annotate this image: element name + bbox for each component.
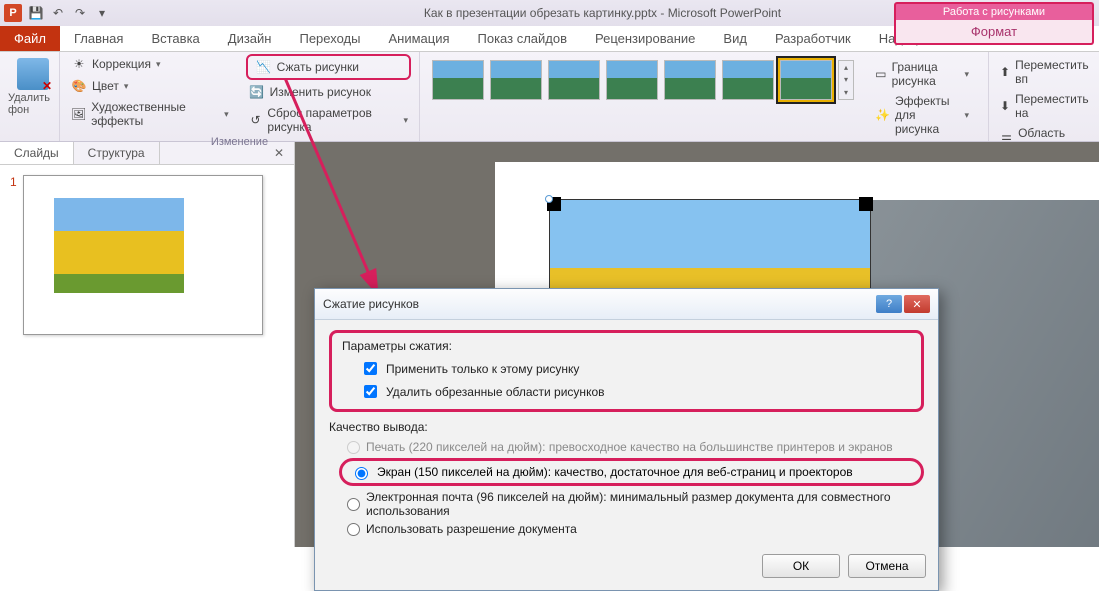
picture-effects-button[interactable]: ✨Эффекты для рисунка <box>872 92 972 138</box>
developer-tab[interactable]: Разработчик <box>761 26 865 51</box>
artistic-icon: 🖼 <box>71 106 86 122</box>
animations-tab[interactable]: Анимация <box>374 26 463 51</box>
quality-email-radio[interactable]: Электронная почта (96 пикселей на дюйм):… <box>329 488 924 520</box>
slide-thumb-image <box>54 198 184 293</box>
quality-print-radio: Печать (220 пикселей на дюйм): превосход… <box>329 438 924 456</box>
view-tab[interactable]: Вид <box>709 26 761 51</box>
style-thumb[interactable] <box>432 60 484 100</box>
style-thumb[interactable] <box>606 60 658 100</box>
delete-cropped-checkbox[interactable]: Удалить обрезанные области рисунков <box>342 380 911 403</box>
color-button[interactable]: 🎨Цвет <box>68 76 232 96</box>
home-tab[interactable]: Главная <box>60 26 137 51</box>
apply-only-this-input[interactable] <box>364 362 377 375</box>
crop-handle-tr[interactable] <box>859 197 873 211</box>
slide-thumb-1[interactable] <box>23 175 263 335</box>
effects-icon: ✨ <box>875 107 890 123</box>
reset-icon: ↺ <box>249 112 263 128</box>
dialog-help-button[interactable]: ? <box>876 295 902 313</box>
quality-email-input[interactable] <box>347 498 360 511</box>
style-thumb-selected[interactable] <box>780 60 832 100</box>
save-icon[interactable]: 💾 <box>28 5 44 21</box>
compression-options-highlight: Параметры сжатия: Применить только к это… <box>329 330 924 412</box>
quick-access-toolbar: 💾 ↶ ↷ ▾ <box>28 5 110 21</box>
change-picture-icon: 🔄 <box>249 84 265 100</box>
remove-background-button[interactable]: Удалить фон <box>8 54 58 116</box>
format-tab[interactable]: Формат <box>894 20 1094 45</box>
selection-handle[interactable] <box>545 195 553 203</box>
picture-border-button[interactable]: ▭Граница рисунка <box>872 58 972 90</box>
dialog-titlebar[interactable]: Сжатие рисунков ? ✕ <box>315 289 938 320</box>
redo-icon[interactable]: ↷ <box>72 5 88 21</box>
bring-forward-icon: ⬆ <box>1000 64 1010 80</box>
send-backward-icon: ⬇ <box>1000 98 1010 114</box>
picture-styles-gallery[interactable]: ▴▾▾ <box>428 54 858 114</box>
output-quality-label: Качество вывода: <box>329 420 924 434</box>
dialog-close-button[interactable]: ✕ <box>904 295 930 313</box>
transitions-tab[interactable]: Переходы <box>285 26 374 51</box>
compress-pictures-dialog: Сжатие рисунков ? ✕ Параметры сжатия: Пр… <box>314 288 939 591</box>
ribbon: Удалить фон ☀Коррекция 🎨Цвет 🖼Художестве… <box>0 52 1099 142</box>
picture-tools-contextual: Работа с рисунками Формат <box>894 2 1094 45</box>
slides-pane-tab[interactable]: Слайды <box>0 142 74 164</box>
undo-icon[interactable]: ↶ <box>50 5 66 21</box>
qat-more-icon[interactable]: ▾ <box>94 5 110 21</box>
picture-tools-label: Работа с рисунками <box>894 2 1094 20</box>
slideshow-tab[interactable]: Показ слайдов <box>464 26 582 51</box>
ok-button[interactable]: ОК <box>762 554 840 578</box>
quality-document-radio[interactable]: Использовать разрешение документа <box>329 520 924 538</box>
corrections-button[interactable]: ☀Коррекция <box>68 54 232 74</box>
dialog-title: Сжатие рисунков <box>323 297 874 311</box>
corrections-icon: ☀ <box>71 56 87 72</box>
quality-screen-highlight[interactable]: Экран (150 пикселей на дюйм): качество, … <box>339 458 924 486</box>
style-thumb[interactable] <box>490 60 542 100</box>
artistic-effects-button[interactable]: 🖼Художественные эффекты <box>68 98 232 130</box>
quality-document-input[interactable] <box>347 523 360 536</box>
slide-pane: Слайды Структура ✕ 1 <box>0 142 295 547</box>
style-thumb[interactable] <box>722 60 774 100</box>
color-icon: 🎨 <box>71 78 87 94</box>
cancel-button[interactable]: Отмена <box>848 554 926 578</box>
change-picture-button[interactable]: 🔄Изменить рисунок <box>246 82 411 102</box>
quality-print-input <box>347 441 360 454</box>
reset-picture-button[interactable]: ↺Сброс параметров рисунка <box>246 104 411 136</box>
slide-number: 1 <box>10 175 17 335</box>
insert-tab[interactable]: Вставка <box>137 26 213 51</box>
border-icon: ▭ <box>875 66 887 82</box>
app-icon: P <box>4 4 22 22</box>
send-backward-button[interactable]: ⬇Переместить на <box>997 90 1091 122</box>
compress-pictures-button[interactable]: 📉Сжать рисунки <box>246 54 411 80</box>
apply-only-this-checkbox[interactable]: Применить только к этому рисунку <box>342 357 911 380</box>
design-tab[interactable]: Дизайн <box>214 26 286 51</box>
style-thumb[interactable] <box>548 60 600 100</box>
remove-background-icon <box>17 58 49 90</box>
review-tab[interactable]: Рецензирование <box>581 26 709 51</box>
style-thumb[interactable] <box>664 60 716 100</box>
compression-options-label: Параметры сжатия: <box>342 339 911 353</box>
compress-icon: 📉 <box>256 59 272 75</box>
file-tab[interactable]: Файл <box>0 26 60 51</box>
delete-cropped-input[interactable] <box>364 385 377 398</box>
quality-screen-input[interactable] <box>355 467 368 480</box>
more-styles-button[interactable]: ▴▾▾ <box>838 60 854 100</box>
bring-forward-button[interactable]: ⬆Переместить вп <box>997 56 1091 88</box>
